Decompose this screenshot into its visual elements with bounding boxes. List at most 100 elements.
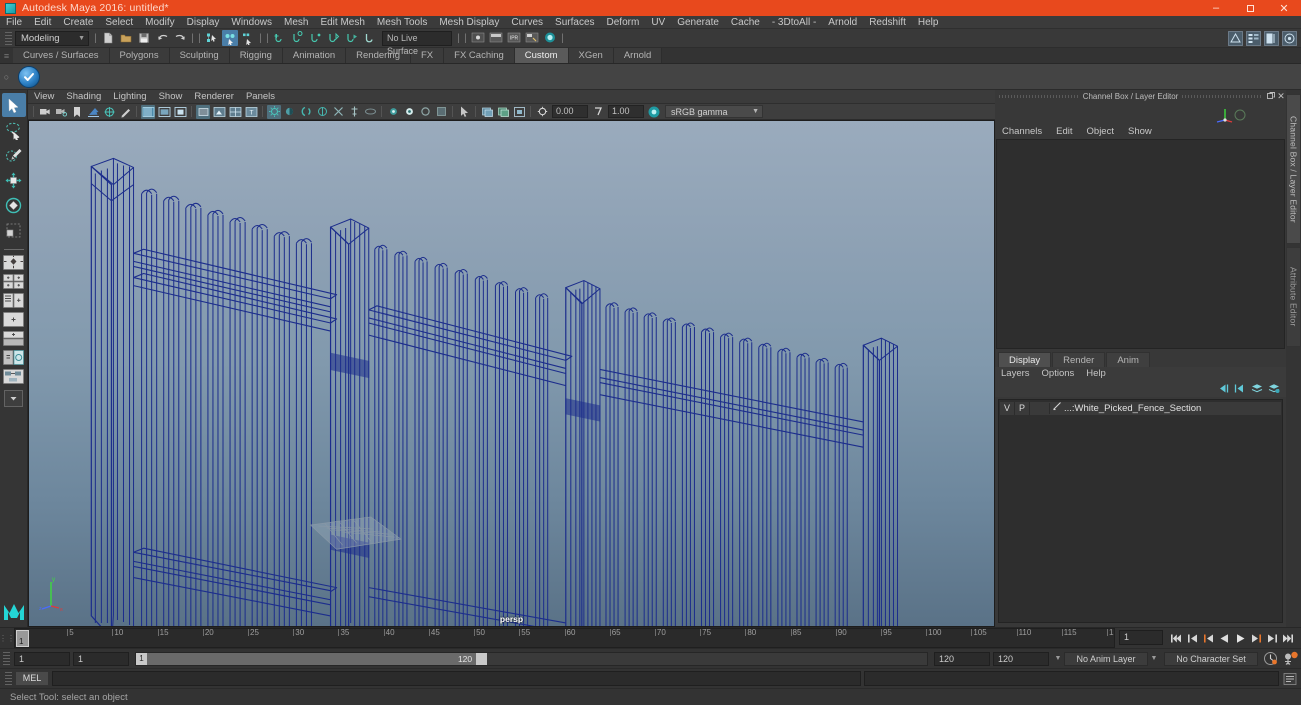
screen-space-ao-icon[interactable] (299, 105, 313, 119)
redo-icon[interactable] (172, 30, 188, 46)
shelf-tab-polygons[interactable]: Polygons (109, 48, 170, 63)
viewport-menu-show[interactable]: Show (153, 90, 189, 104)
layer-color-swatch[interactable] (1030, 402, 1050, 414)
scale-tool[interactable] (2, 218, 26, 242)
go-to-start-icon[interactable] (1169, 630, 1183, 646)
viewport-grab-icon[interactable] (496, 105, 510, 119)
shelf-tab-curves-surfaces[interactable]: Curves / Surfaces (13, 48, 110, 63)
menu-cache[interactable]: Cache (725, 16, 766, 29)
move-layer-up-icon[interactable] (1216, 382, 1229, 395)
layer-playback-toggle[interactable]: P (1015, 401, 1030, 415)
layer-list[interactable]: V P ...:White_Picked_Fence_Section (998, 398, 1283, 623)
smooth-shade-all-icon[interactable] (212, 105, 226, 119)
menu-edit[interactable]: Edit (28, 16, 57, 29)
xray-active-components-icon[interactable] (418, 105, 432, 119)
save-scene-icon[interactable] (136, 30, 152, 46)
menu-create[interactable]: Create (57, 16, 99, 29)
multisample-icon[interactable] (331, 105, 345, 119)
menu-mesh-display[interactable]: Mesh Display (433, 16, 505, 29)
render-current-frame-icon[interactable] (488, 30, 504, 46)
vertical-tab-attribute-editor[interactable]: Attribute Editor (1286, 247, 1301, 347)
two-pane-stacked-layout[interactable] (2, 311, 26, 328)
channel-menu-channels[interactable]: Channels (995, 124, 1049, 139)
render-settings-icon[interactable] (524, 30, 540, 46)
channel-menu-show[interactable]: Show (1121, 124, 1159, 139)
viewport-render-region-icon[interactable] (512, 105, 526, 119)
shelf-options-button[interactable]: ○ (0, 72, 13, 82)
playback-end-field[interactable]: 120 (934, 651, 990, 666)
shelf-tab-arnold[interactable]: Arnold (613, 48, 663, 63)
depth-of-field-icon[interactable] (347, 105, 361, 119)
step-back-frame-icon[interactable] (1201, 630, 1215, 646)
viewport-menu-view[interactable]: View (28, 90, 60, 104)
range-slider-grip[interactable] (3, 652, 10, 665)
undo-icon[interactable] (154, 30, 170, 46)
step-forward-frame-icon[interactable] (1249, 630, 1263, 646)
playback-start-field[interactable]: 1 (73, 651, 129, 666)
open-scene-icon[interactable] (118, 30, 134, 46)
new-layer-from-selected-icon[interactable] (1267, 382, 1280, 395)
move-layer-down-icon[interactable] (1233, 382, 1246, 395)
new-empty-layer-icon[interactable] (1250, 382, 1263, 395)
menu-mesh-tools[interactable]: Mesh Tools (371, 16, 433, 29)
channel-menu-edit[interactable]: Edit (1049, 124, 1079, 139)
resolution-gate-icon[interactable] (141, 104, 155, 119)
menu-set-selector[interactable]: Modeling ▼ (15, 30, 89, 46)
play-forwards-icon[interactable] (1233, 630, 1247, 646)
menu-redshift[interactable]: Redshift (863, 16, 912, 29)
current-frame-field[interactable]: 1 (1119, 630, 1163, 645)
persp-outliner-layout[interactable] (2, 330, 26, 347)
shelf-tab-sculpting[interactable]: Sculpting (169, 48, 230, 63)
layer-menu-help[interactable]: Help (1080, 367, 1112, 381)
show-render-view-icon[interactable] (470, 30, 486, 46)
grease-pencil-icon[interactable] (118, 105, 132, 119)
hypershade-persp-layout[interactable] (2, 368, 26, 385)
custom-shelf-button[interactable] (18, 65, 40, 88)
wireframe-icon[interactable] (196, 104, 210, 119)
menu-windows[interactable]: Windows (225, 16, 278, 29)
time-slider-cursor[interactable]: 1 (16, 630, 29, 647)
color-management-selector[interactable]: sRGB gamma ▼ (665, 105, 763, 118)
anim-layer-selector[interactable]: No Anim Layer (1064, 651, 1148, 666)
select-camera-icon[interactable] (38, 105, 52, 119)
gate-mask-icon[interactable] (173, 105, 187, 119)
auto-keyframe-icon[interactable] (1262, 651, 1278, 667)
menu-mesh[interactable]: Mesh (278, 16, 314, 29)
viewport-menu-lighting[interactable]: Lighting (107, 90, 152, 104)
close-panel-button[interactable]: ✕ (1276, 91, 1286, 101)
menu-edit-mesh[interactable]: Edit Mesh (314, 16, 370, 29)
shaded-wireframe-icon[interactable] (228, 105, 242, 119)
shelf-tab-custom[interactable]: Custom (514, 48, 569, 63)
move-tool[interactable] (2, 168, 26, 192)
motion-blur-icon[interactable] (315, 105, 329, 119)
gamma-value-field[interactable]: 1.00 (608, 105, 644, 118)
menu-display[interactable]: Display (181, 16, 226, 29)
textured-icon[interactable]: T (244, 105, 258, 119)
play-backwards-icon[interactable] (1217, 630, 1231, 646)
layer-visibility-toggle[interactable]: V (1000, 401, 1015, 415)
layer-menu-options[interactable]: Options (1036, 367, 1081, 381)
viewport-extra-icon[interactable] (434, 105, 448, 119)
select-component-viewport-icon[interactable] (457, 105, 471, 119)
shelf-grip[interactable]: ≡ (0, 48, 13, 63)
select-tool[interactable] (1, 93, 26, 117)
channel-box-content[interactable] (996, 139, 1285, 349)
layer-row[interactable]: V P ...:White_Picked_Fence_Section (1000, 401, 1281, 415)
ipr-render-icon[interactable]: IPR (506, 30, 522, 46)
animation-end-field[interactable]: 120 (993, 651, 1049, 666)
range-end-handle[interactable] (476, 652, 488, 665)
menu-3dtoall[interactable]: - 3DtoAll - (766, 16, 822, 29)
snap-to-projected-center-icon[interactable] (326, 30, 342, 46)
playback-range-bar[interactable]: 120 1 (135, 651, 928, 666)
layer-tab-display[interactable]: Display (998, 351, 1052, 367)
shelf-tab-animation[interactable]: Animation (282, 48, 347, 63)
viewport-menu-renderer[interactable]: Renderer (188, 90, 240, 104)
undock-panel-button[interactable] (1266, 91, 1276, 101)
two-pane-side-layout[interactable] (2, 292, 26, 309)
paint-select-tool[interactable] (2, 143, 26, 167)
menu-deform[interactable]: Deform (601, 16, 646, 29)
menu-file[interactable]: File (0, 16, 28, 29)
script-editor-icon[interactable] (1282, 671, 1298, 687)
show-hide-modeling-toolkit-icon[interactable] (1227, 30, 1243, 46)
make-live-icon[interactable] (362, 30, 378, 46)
